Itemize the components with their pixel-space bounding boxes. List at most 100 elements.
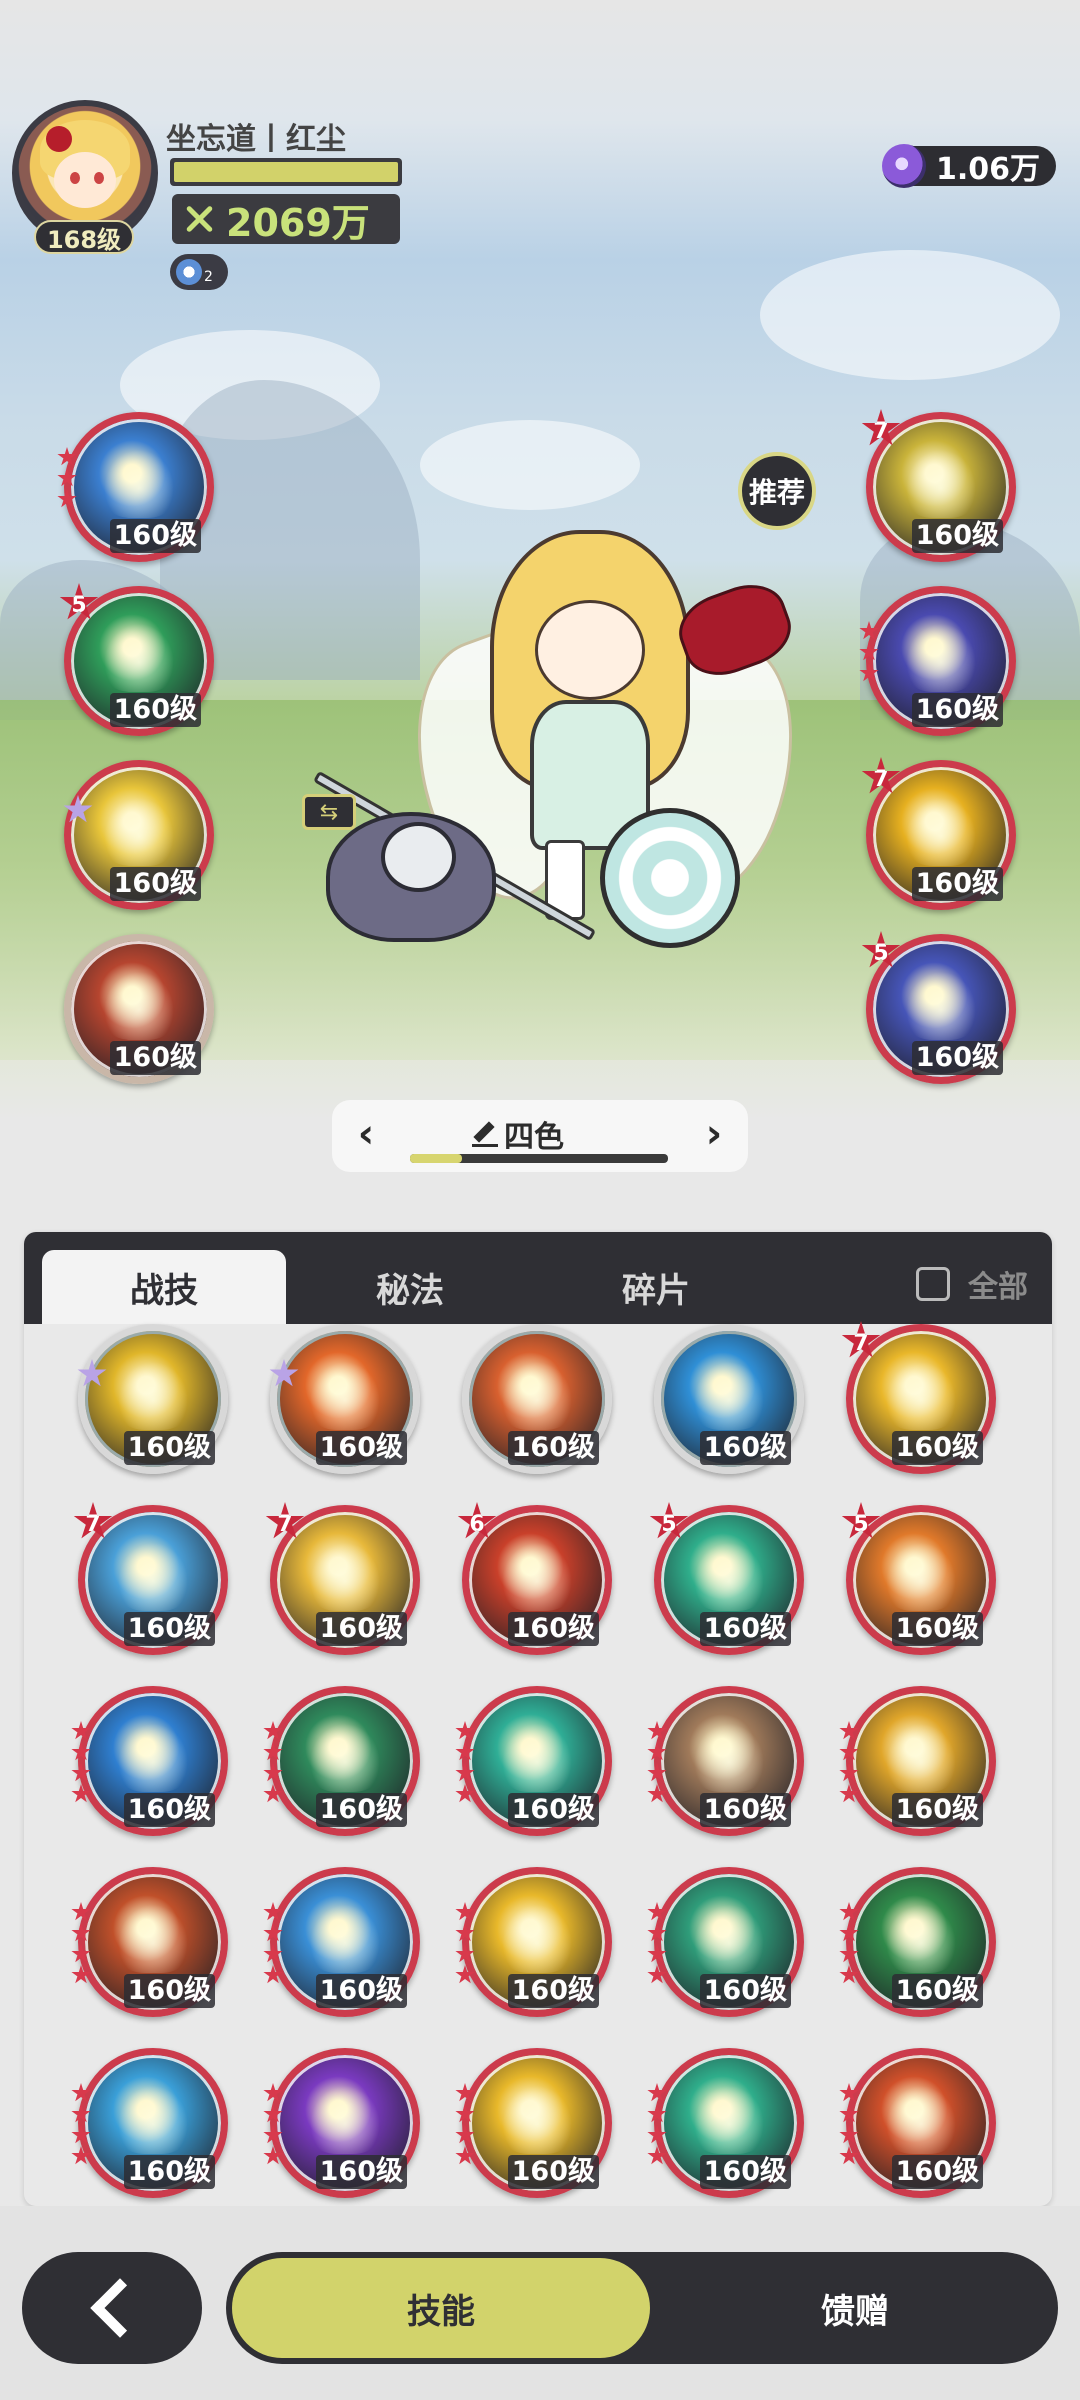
skill-orb[interactable]: 160级 [647, 2048, 804, 2198]
skill-orb[interactable]: 7 160级 [841, 1321, 996, 1474]
skill-orb[interactable]: 160级 [71, 1867, 228, 2017]
skill-level: 160级 [123, 1793, 215, 1827]
skill-orb[interactable]: 5 160级 [59, 583, 214, 736]
red-star-icon [57, 489, 77, 508]
skill-level: 160级 [315, 1431, 407, 1465]
preset-name[interactable]: 四色 [472, 1112, 564, 1156]
skill-orb[interactable]: 7 160级 [73, 1502, 228, 1655]
golden-beam-icon [880, 1717, 962, 1793]
skill-orb[interactable]: 7 160级 [861, 757, 1016, 910]
red-star-icon [263, 1923, 283, 1942]
skill-orb[interactable]: 5 160级 [861, 931, 1016, 1084]
red-star-icon [647, 1923, 667, 1942]
avatar-flower [46, 126, 72, 152]
clock-skill-icon [900, 617, 982, 693]
recommend-button[interactable]: 推荐 [738, 452, 816, 530]
tab-fragments[interactable]: 碎片 [534, 1250, 778, 1324]
nav-gifts-tab[interactable]: 馈赠 [656, 2258, 1054, 2358]
skill-level: 160级 [315, 1793, 407, 1827]
preset-prev-button[interactable]: ‹ [346, 1111, 386, 1157]
combat-power-value: 2069万 [226, 200, 370, 245]
red-star-icon [859, 642, 879, 661]
red-star-icon [839, 2083, 859, 2102]
skill-orb[interactable]: 160级 [57, 412, 214, 562]
skill-orb[interactable]: 160级 [647, 1686, 804, 1836]
red-star-icon [839, 1784, 859, 1803]
buff-badge[interactable]: 2 [170, 254, 228, 290]
skill-orb[interactable]: 160级 [71, 1686, 228, 1836]
skill-level: 160级 [891, 2155, 983, 2189]
skill-orb[interactable]: 160级 [839, 1686, 996, 1836]
red-star-icon [647, 1721, 667, 1740]
purple-star-icon [77, 1359, 107, 1387]
skill-level: 160级 [123, 1431, 215, 1465]
skill-level: 160级 [507, 2155, 599, 2189]
preset-next-button[interactable]: › [694, 1111, 734, 1157]
skill-orb[interactable]: 160级 [455, 2048, 612, 2198]
star-rating [647, 2083, 667, 2167]
skill-orb[interactable]: 160级 [263, 1686, 420, 1836]
red-star-icon [71, 1902, 91, 1921]
teal-vortex-icon [496, 1717, 578, 1793]
skill-orb[interactable]: 160级 [269, 1324, 420, 1474]
skill-panel: 战技 秘法 碎片 全部 160级 160级 160级 160级 7 160级 7 160级 7 1… [24, 1232, 1052, 2206]
tab-secret-arts[interactable]: 秘法 [288, 1250, 532, 1324]
skill-rank-badge: 7 [73, 1502, 113, 1539]
skill-orb[interactable]: 160级 [77, 1324, 228, 1474]
skill-orb[interactable]: 160级 [859, 586, 1016, 736]
skill-orb[interactable]: 160级 [462, 1324, 612, 1474]
skill-orb[interactable]: 160级 [839, 2048, 996, 2198]
show-all-checkbox[interactable] [916, 1267, 950, 1301]
tab-combat-skills[interactable]: 战技 [42, 1250, 286, 1324]
sun-triangle-icon [496, 1898, 578, 1974]
red-star-icon [839, 1742, 859, 1761]
skill-orb[interactable]: 160级 [455, 1686, 612, 1836]
red-star-icon [71, 1944, 91, 1963]
buff-count: 2 [204, 269, 213, 285]
skill-orb[interactable]: 160级 [71, 2048, 228, 2198]
red-star-icon [839, 1721, 859, 1740]
star-rating [647, 1902, 667, 1986]
pet-head [381, 822, 456, 892]
green-wind-skill-icon [98, 617, 180, 693]
skill-orb[interactable]: 160级 [839, 1867, 996, 2017]
blue-shard-icon [304, 1898, 386, 1974]
currency-display[interactable]: 1.06万 [882, 144, 1056, 188]
hp-fill [174, 162, 398, 182]
red-star-icon [647, 1944, 667, 1963]
star-rating [839, 1721, 859, 1805]
skill-orb[interactable]: 160级 [647, 1867, 804, 2017]
red-star-icon [839, 2104, 859, 2123]
skill-orb[interactable]: 5 160级 [841, 1502, 996, 1655]
skill-level: 160级 [911, 867, 1003, 901]
skill-orb[interactable]: 160级 [63, 760, 214, 910]
skill-level: 160级 [699, 1974, 791, 2008]
skill-level: 160级 [507, 1974, 599, 2008]
skill-level: 160级 [891, 1431, 983, 1465]
back-button[interactable] [22, 2252, 202, 2364]
show-all-toggle[interactable]: 全部 [916, 1262, 1028, 1306]
red-star-icon [455, 2146, 475, 2165]
preset-progress-fill [410, 1154, 462, 1163]
golden-pyramid-icon [496, 2079, 578, 2155]
golden-spark-icon [880, 1355, 962, 1431]
swap-pet-icon[interactable]: ⇆ [302, 794, 356, 830]
back-chevron-icon [90, 2278, 150, 2338]
skill-level: 160级 [123, 1974, 215, 2008]
red-star-icon [71, 2083, 91, 2102]
skill-orb[interactable]: 160级 [654, 1324, 804, 1474]
skill-orb[interactable]: 160级 [455, 1867, 612, 2017]
skill-orb[interactable]: 5 160级 [649, 1502, 804, 1655]
star-rating [455, 1902, 475, 1986]
skill-orb[interactable]: 160级 [263, 2048, 420, 2198]
nav-skills-tab[interactable]: 技能 [232, 2258, 650, 2358]
star-rating [647, 1721, 667, 1805]
skill-orb[interactable]: 160级 [263, 1867, 420, 2017]
star-rating [839, 2083, 859, 2167]
skill-orb[interactable]: 7 160级 [861, 409, 1016, 562]
red-star-icon [263, 1965, 283, 1984]
skill-orb[interactable]: 160级 [64, 934, 214, 1084]
skill-orb[interactable]: 6 160级 [457, 1502, 612, 1655]
skill-level: 160级 [109, 1041, 201, 1075]
skill-orb[interactable]: 7 160级 [265, 1502, 420, 1655]
